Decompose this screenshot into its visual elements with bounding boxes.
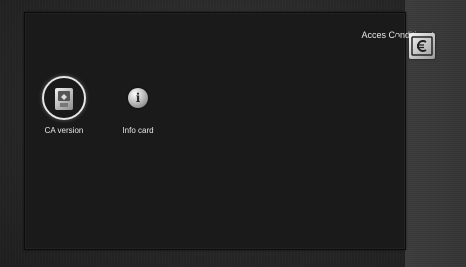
menu-item-label: CA version xyxy=(44,126,84,135)
info-glyph: i xyxy=(135,91,141,105)
info-icon: i xyxy=(128,88,148,108)
title-pointer-arrow xyxy=(396,34,406,54)
euro-card-icon xyxy=(409,33,435,59)
ca-card-icon xyxy=(55,88,73,110)
menu-item-label: Info card xyxy=(122,126,154,135)
